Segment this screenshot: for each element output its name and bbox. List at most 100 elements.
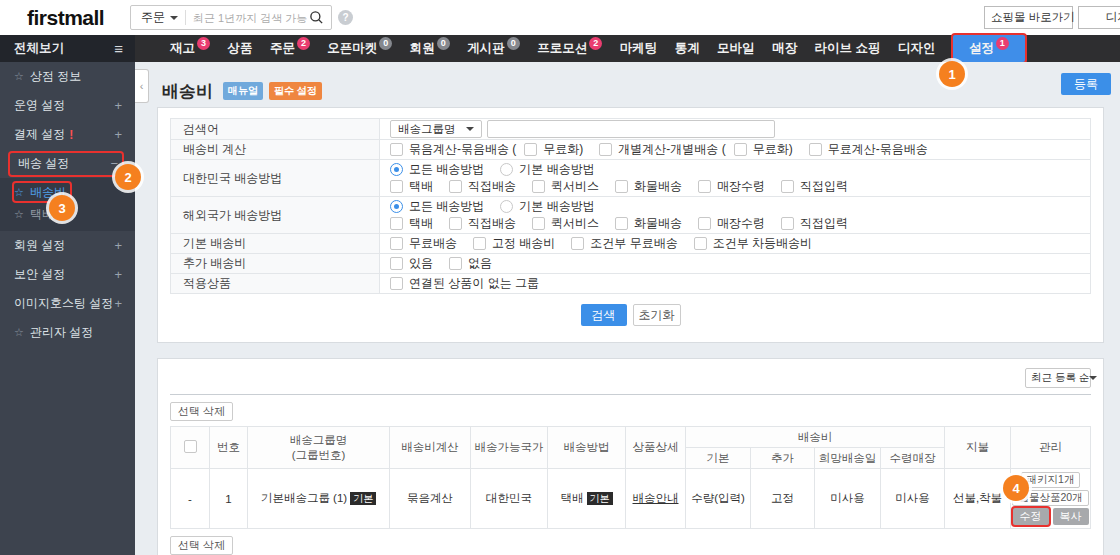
nav-item-promotion[interactable]: 프로모션2 — [537, 35, 602, 62]
option-freight[interactable]: 화물배송 — [615, 180, 682, 193]
checkbox[interactable] — [698, 180, 711, 193]
checkbox[interactable] — [449, 180, 462, 193]
radio-basic-methods[interactable]: 기본 배송방법 — [500, 200, 594, 213]
nav-item-boards[interactable]: 게시판0 — [467, 35, 520, 62]
checkbox[interactable] — [615, 217, 628, 230]
nav-item-mobile[interactable]: 모바일 — [717, 35, 755, 62]
hamburger-icon[interactable]: ≡ — [114, 40, 123, 57]
keyword-type-select[interactable]: 배송그룹명 — [390, 120, 482, 138]
option-courier[interactable]: 택배 — [390, 217, 433, 230]
search-category-select[interactable]: 주문 — [131, 6, 185, 29]
option-bundle-free[interactable]: 무료화) — [524, 143, 583, 156]
option-free-calc[interactable]: 무료계산-묶음배송 — [809, 143, 928, 156]
radio-all-methods[interactable]: 모든 배송방법 — [390, 200, 484, 213]
option-no-linked-products[interactable]: 연결된 상품이 없는 그룹 — [390, 277, 539, 290]
option-individual-free[interactable]: 무료화) — [734, 143, 793, 156]
radio[interactable] — [500, 163, 513, 176]
checkbox[interactable] — [698, 217, 711, 230]
checkbox[interactable] — [473, 237, 486, 250]
nav-item-marketing[interactable]: 마케팅 — [620, 35, 658, 62]
nav-item-settings[interactable]: 설정1 — [953, 35, 1025, 62]
product-count-button[interactable]: 실물상품20개 — [1012, 490, 1088, 506]
checkbox[interactable] — [449, 217, 462, 230]
option-quick-service[interactable]: 퀵서비스 — [532, 217, 599, 230]
checkbox[interactable] — [781, 217, 794, 230]
nav-item-design[interactable]: 디자인 — [898, 35, 936, 62]
checkbox[interactable] — [390, 180, 403, 193]
option-direct-delivery[interactable]: 직접배송 — [449, 180, 516, 193]
search-button[interactable]: 검색 — [581, 304, 627, 326]
search-input[interactable] — [186, 6, 309, 29]
manual-badge[interactable]: 매뉴얼 — [223, 82, 263, 100]
radio-all-methods[interactable]: 모든 배송방법 — [390, 163, 484, 176]
radio-selected[interactable] — [390, 163, 403, 176]
register-button[interactable]: 등록 — [1061, 73, 1111, 95]
option-store-pickup[interactable]: 매장수령 — [698, 180, 765, 193]
option-conditional-tiered[interactable]: 조건부 차등배송비 — [694, 237, 812, 250]
sidebar-item-shop-info[interactable]: ☆상점 정보 — [0, 62, 135, 91]
option-addfee-no[interactable]: 없음 — [449, 257, 492, 270]
nav-item-orders[interactable]: 주문2 — [270, 35, 310, 62]
checkbox[interactable] — [599, 143, 612, 156]
checkbox[interactable] — [571, 237, 584, 250]
option-direct-input[interactable]: 직접입력 — [781, 217, 848, 230]
nav-item-products[interactable]: 상품 — [227, 35, 252, 62]
checkbox[interactable] — [390, 237, 403, 250]
sidebar-item-shipping-fee[interactable]: ☆배송비 — [0, 181, 135, 203]
option-individual-calc[interactable]: 개별계산-개별배송 ( — [599, 143, 725, 156]
checkbox[interactable] — [734, 143, 747, 156]
checkbox[interactable] — [449, 257, 462, 270]
option-direct-delivery[interactable]: 직접배송 — [449, 217, 516, 230]
search-icon[interactable] — [309, 10, 331, 25]
select-all-checkbox[interactable] — [184, 440, 197, 453]
nav-item-members[interactable]: 회원0 — [410, 35, 450, 62]
checkbox[interactable] — [390, 257, 403, 270]
nav-item-store[interactable]: 매장 — [772, 35, 797, 62]
sort-select[interactable]: 최근 등록 순 — [1025, 368, 1091, 388]
sidebar-item-security-settings[interactable]: 보안 설정 + — [0, 260, 135, 289]
reset-button[interactable]: 초기화 — [633, 304, 681, 326]
checkbox[interactable] — [532, 180, 545, 193]
package-count-button[interactable]: 패키지1개 — [1021, 472, 1081, 488]
option-fixed-fee[interactable]: 고정 배송비 — [473, 237, 555, 250]
sidebar-header[interactable]: 전체보기 ≡ — [0, 35, 135, 62]
sidebar-item-shipping-settings[interactable]: 배송 설정 − — [0, 149, 135, 178]
sidebar-item-image-hosting-settings[interactable]: 이미지호스팅 설정 + — [0, 289, 135, 318]
sidebar-item-member-settings[interactable]: 회원 설정 + — [0, 231, 135, 260]
checkbox[interactable] — [615, 180, 628, 193]
option-freight[interactable]: 화물배송 — [615, 217, 682, 230]
option-bundle-calc[interactable]: 묶음계산-묶음배송 ( — [390, 143, 516, 156]
checkbox[interactable] — [781, 180, 794, 193]
radio-selected[interactable] — [390, 200, 403, 213]
option-addfee-yes[interactable]: 있음 — [390, 257, 433, 270]
select-delete-button-top[interactable]: 선택 삭제 — [170, 402, 233, 421]
option-free-shipping[interactable]: 무료배송 — [390, 237, 457, 250]
go-shop-button[interactable]: 쇼핑몰 바로가기 — [984, 6, 1073, 29]
option-direct-input[interactable]: 직접입력 — [781, 180, 848, 193]
nav-item-live-shopping[interactable]: 라이브 쇼핑 — [814, 35, 880, 62]
checkbox[interactable] — [809, 143, 822, 156]
sidebar-item-payment-settings[interactable]: 결제 설정! + — [0, 120, 135, 149]
select-delete-button-bottom[interactable]: 선택 삭제 — [170, 536, 233, 555]
nav-item-openmarket[interactable]: 오픈마켓0 — [327, 35, 392, 62]
checkbox[interactable] — [390, 277, 403, 290]
edit-button[interactable]: 수정 — [1013, 508, 1049, 525]
checkbox[interactable] — [694, 237, 707, 250]
help-icon[interactable]: ? — [338, 10, 353, 25]
option-store-pickup[interactable]: 매장수령 — [698, 217, 765, 230]
sidebar-item-courier[interactable]: ☆택배사 — [0, 203, 135, 225]
checkbox[interactable] — [390, 217, 403, 230]
design-mode-button[interactable]: 디자인 — [1078, 6, 1120, 29]
option-courier[interactable]: 택배 — [390, 180, 433, 193]
sidebar-item-admin-settings[interactable]: ☆관리자 설정 — [0, 318, 135, 347]
nav-item-inventory[interactable]: 재고3 — [170, 35, 210, 62]
option-quick-service[interactable]: 퀵서비스 — [532, 180, 599, 193]
checkbox[interactable] — [532, 217, 545, 230]
copy-button[interactable]: 복사 — [1053, 508, 1089, 525]
option-conditional-free[interactable]: 조건부 무료배송 — [571, 237, 677, 250]
nav-item-statistics[interactable]: 통계 — [675, 35, 700, 62]
radio-basic-methods[interactable]: 기본 배송방법 — [500, 163, 594, 176]
sidebar-collapse-button[interactable]: ‹ — [135, 69, 149, 103]
keyword-input[interactable] — [487, 120, 775, 138]
checkbox[interactable] — [390, 143, 403, 156]
